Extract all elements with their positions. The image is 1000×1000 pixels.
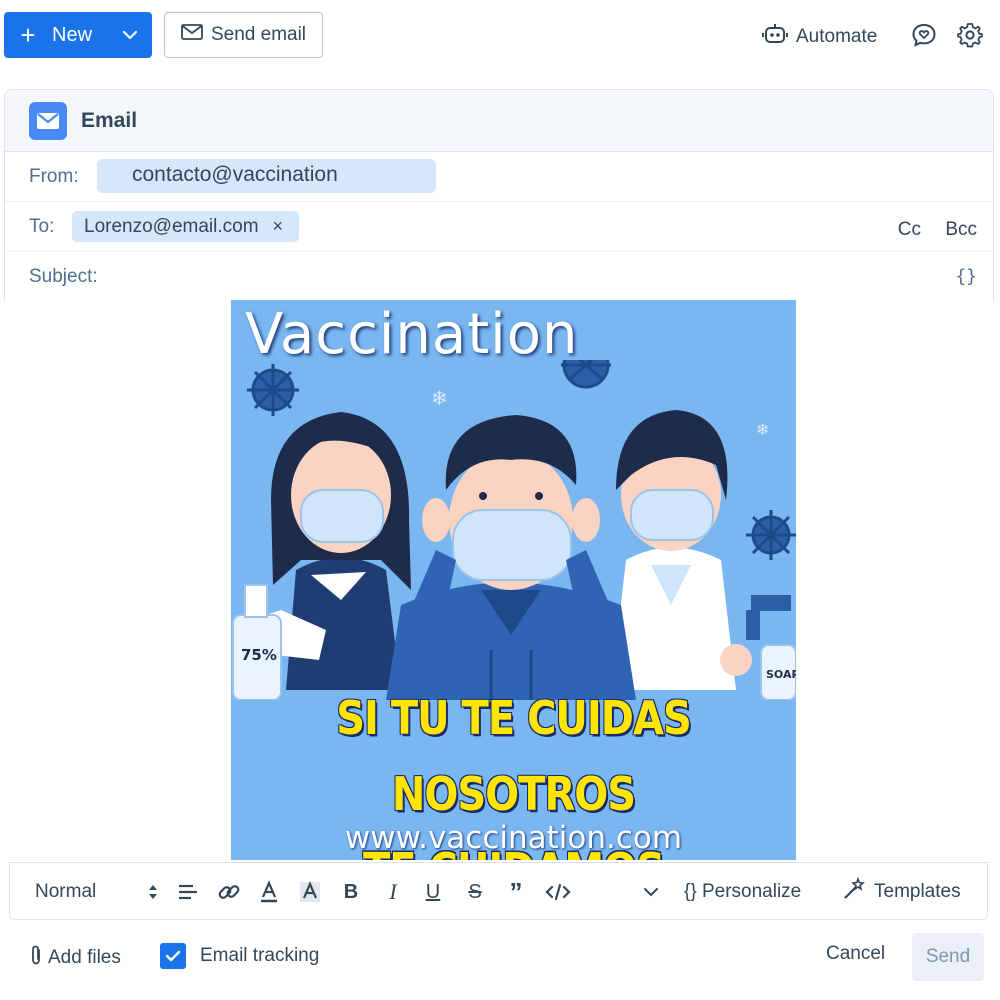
subject-label: Subject: bbox=[29, 266, 98, 287]
text-color-icon[interactable] bbox=[258, 863, 280, 921]
new-button[interactable]: + New bbox=[4, 12, 152, 58]
svg-text:❄: ❄ bbox=[756, 420, 769, 439]
chevron-down-icon[interactable] bbox=[640, 863, 662, 921]
svg-text:❄: ❄ bbox=[431, 386, 448, 410]
quote-icon[interactable]: ” bbox=[504, 863, 528, 921]
subject-row: Subject: {} bbox=[5, 252, 993, 302]
bottle-label: 75% bbox=[241, 646, 277, 664]
top-toolbar: + New Send email Automate bbox=[0, 0, 1000, 80]
new-button-label: New bbox=[52, 23, 93, 46]
from-row: From: contacto@vaccination bbox=[5, 152, 993, 202]
automate-label: Automate bbox=[796, 26, 878, 47]
poster-url: www.vaccination.com bbox=[344, 820, 683, 856]
templates-button[interactable]: Templates bbox=[842, 863, 961, 921]
from-label: From: bbox=[29, 165, 79, 187]
select-arrows-icon[interactable] bbox=[143, 863, 163, 921]
recipient-chip[interactable]: Lorenzo@email.com × bbox=[72, 211, 300, 242]
to-row: To: Lorenzo@email.com × Cc Bcc bbox=[5, 202, 993, 252]
virus-icon bbox=[746, 510, 796, 560]
gear-icon[interactable] bbox=[956, 21, 984, 49]
send-email-label: Send email bbox=[210, 24, 307, 45]
remove-recipient-icon[interactable]: × bbox=[273, 216, 284, 237]
paperclip-icon bbox=[28, 944, 44, 972]
from-field[interactable]: contacto@vaccination bbox=[97, 159, 436, 193]
templates-label: Templates bbox=[874, 881, 961, 902]
tracking-label: Email tracking bbox=[200, 945, 320, 966]
text-style-select[interactable]: Normal bbox=[35, 863, 96, 921]
bcc-button[interactable]: Bcc bbox=[945, 219, 977, 241]
strikethrough-icon[interactable]: S bbox=[464, 863, 486, 921]
virus-icon bbox=[247, 364, 299, 416]
format-toolbar: Normal B I U S ” {} Personalize Template… bbox=[9, 862, 988, 920]
poster-illustration: ❄ ❄ 75% SOAP bbox=[232, 360, 796, 700]
align-icon[interactable] bbox=[175, 863, 201, 921]
to-label: To: bbox=[29, 215, 55, 237]
robot-icon bbox=[762, 22, 788, 52]
personalize-button[interactable]: {} Personalize bbox=[684, 863, 801, 921]
code-icon[interactable] bbox=[544, 863, 572, 921]
highlight-icon[interactable] bbox=[298, 863, 322, 921]
cancel-button[interactable]: Cancel bbox=[826, 943, 885, 965]
composer-header: Email bbox=[5, 90, 993, 152]
chat-heart-icon[interactable] bbox=[910, 21, 938, 49]
automate-button[interactable]: Automate bbox=[762, 22, 877, 52]
add-files-label: Add files bbox=[48, 947, 121, 968]
add-files-button[interactable]: Add files bbox=[28, 944, 121, 972]
envelope-icon bbox=[181, 24, 203, 46]
bold-icon[interactable]: B bbox=[340, 863, 362, 921]
underline-icon[interactable]: U bbox=[422, 863, 444, 921]
recipient-email: Lorenzo@email.com bbox=[84, 215, 259, 237]
magic-wand-icon bbox=[842, 876, 866, 907]
personalize-token-icon[interactable]: {} bbox=[955, 266, 977, 287]
email-tracking-toggle[interactable]: Email tracking bbox=[160, 943, 319, 969]
send-button[interactable]: Send bbox=[912, 933, 984, 981]
email-composer: Email From: contacto@vaccination To: Lor… bbox=[4, 89, 994, 301]
cc-button[interactable]: Cc bbox=[898, 219, 921, 241]
chevron-down-icon[interactable] bbox=[108, 30, 152, 40]
tracking-checkbox[interactable] bbox=[160, 943, 186, 969]
soap-label: SOAP bbox=[766, 668, 796, 681]
italic-icon[interactable]: I bbox=[382, 863, 404, 921]
mail-icon bbox=[29, 101, 67, 140]
link-icon[interactable] bbox=[215, 863, 243, 921]
slogan-line-1: SI TU TE CUIDAS NOSOTROS bbox=[336, 692, 692, 822]
composer-footer: Add files Email tracking Cancel Send bbox=[0, 925, 1000, 995]
plus-icon: + bbox=[20, 20, 36, 50]
vaccination-poster-image: Vaccination ❄ ❄ 75% SOAP SI TU TE CUIDAS… bbox=[231, 300, 796, 860]
virus-icon bbox=[561, 360, 611, 389]
poster-title: Vaccination bbox=[245, 302, 579, 367]
composer-title: Email bbox=[81, 108, 138, 132]
send-email-button[interactable]: Send email bbox=[164, 12, 323, 58]
